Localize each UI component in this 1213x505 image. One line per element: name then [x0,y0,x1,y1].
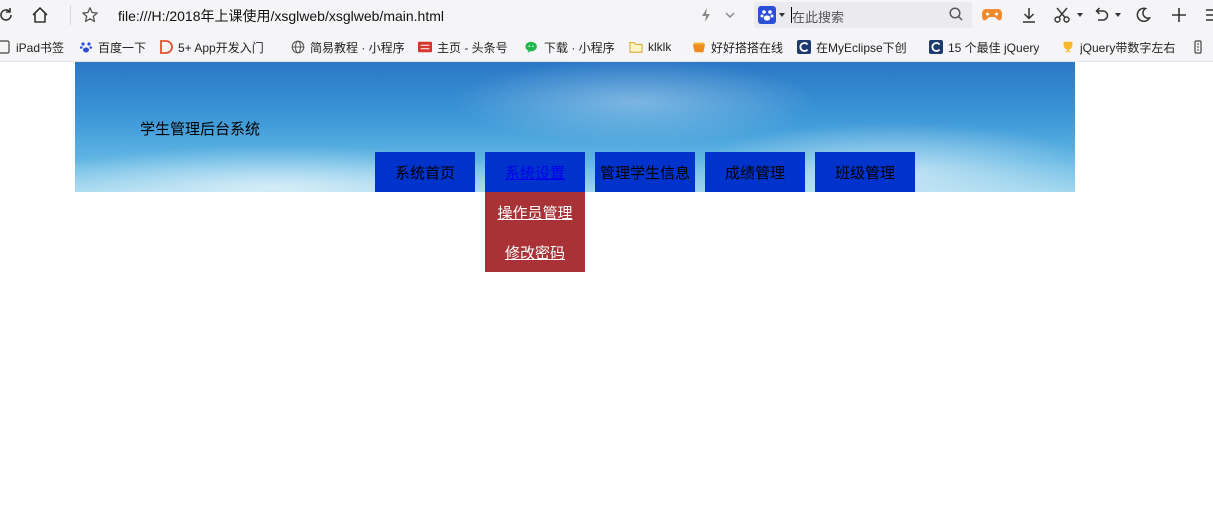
submenu-item-operators[interactable]: 操作员管理 [485,192,585,232]
nav-item-grades[interactable]: 成绩管理 [705,152,805,192]
bookmarks-bar: iPad书签 百度一下 5+ App开发入门 简易教程 · 小程序 主页 - 头… [0,30,1213,62]
dcloud-icon [159,40,173,54]
tablet-icon [0,40,11,54]
address-bar[interactable]: file:///H:/2018年上课使用/xsglweb/xsglweb/mai… [118,6,444,26]
bookmark-item[interactable]: 好好搭搭在线 [692,38,792,56]
more-bookmarks-icon[interactable] [1193,38,1207,56]
submenu-item-change-password[interactable]: 修改密码 [485,232,585,272]
header-banner: 学生管理后台系统 系统首页 系统设置 管理学生信息 成绩管理 班级管理 [75,62,1075,192]
toutiao-icon [418,40,432,54]
nav-item-classes[interactable]: 班级管理 [815,152,915,192]
nav-item-label: 管理学生信息 [599,163,690,182]
folder-icon [629,40,643,54]
bookmark-item[interactable]: iPad书签 [0,38,69,56]
menu-icon[interactable] [1199,3,1213,27]
nav-item-home[interactable]: 系统首页 [375,152,475,192]
gamepad-icon[interactable] [980,3,1004,27]
bookmark-item[interactable]: 在MyEclipse下创 [797,38,917,56]
nav-item-label: 成绩管理 [724,163,785,182]
settings-submenu: 操作员管理 修改密码 [485,192,585,272]
bookmark-item[interactable]: 主页 - 头条号 [418,38,518,56]
lightning-icon[interactable] [694,3,718,27]
nav-item-label: 班级管理 [834,163,895,182]
nav-item-settings[interactable]: 系统设置 [485,152,585,192]
search-box[interactable]: 在此搜索 [754,2,972,28]
bookmark-item[interactable]: 下载 · 小程序 [525,38,621,56]
refresh-icon[interactable] [0,3,18,27]
browser-toolbar: file:///H:/2018年上课使用/xsglweb/xsglweb/mai… [0,0,1213,30]
nav-item-students[interactable]: 管理学生信息 [595,152,695,192]
moon-icon[interactable] [1131,3,1155,27]
bamboo-icon [692,40,706,54]
nav-item-label: 系统首页 [394,163,455,182]
paw-icon[interactable] [758,5,786,25]
chevron-down-icon[interactable] [718,3,742,27]
nav-item-label: 系统设置 [504,163,565,182]
wechat-icon [525,40,539,54]
site-c-icon [797,40,811,54]
site-title: 学生管理后台系统 [140,120,261,138]
search-icon[interactable] [948,6,966,24]
site-c-icon [929,40,943,54]
bookmark-item[interactable]: 5+ App开发入门 [159,38,277,56]
bookmark-item[interactable]: klklk [629,38,685,56]
home-icon[interactable] [28,3,52,27]
plus-icon[interactable] [1167,3,1191,27]
star-icon[interactable] [78,3,102,27]
bookmark-item[interactable]: 15 个最佳 jQuery [929,38,1047,56]
globe-icon [291,40,305,54]
chevron-down-icon[interactable] [1106,3,1130,27]
download-icon[interactable] [1017,3,1041,27]
bookmark-item[interactable]: 百度一下 [79,38,153,56]
search-input[interactable]: 在此搜索 [792,7,844,26]
bookmark-item[interactable]: 简易教程 · 小程序 [291,38,411,56]
toolbar-separator [70,5,71,25]
baidu-paw-icon [79,40,93,54]
bookmark-item[interactable]: jQuery带数字左右 [1061,38,1181,56]
trophy-icon [1061,40,1075,54]
